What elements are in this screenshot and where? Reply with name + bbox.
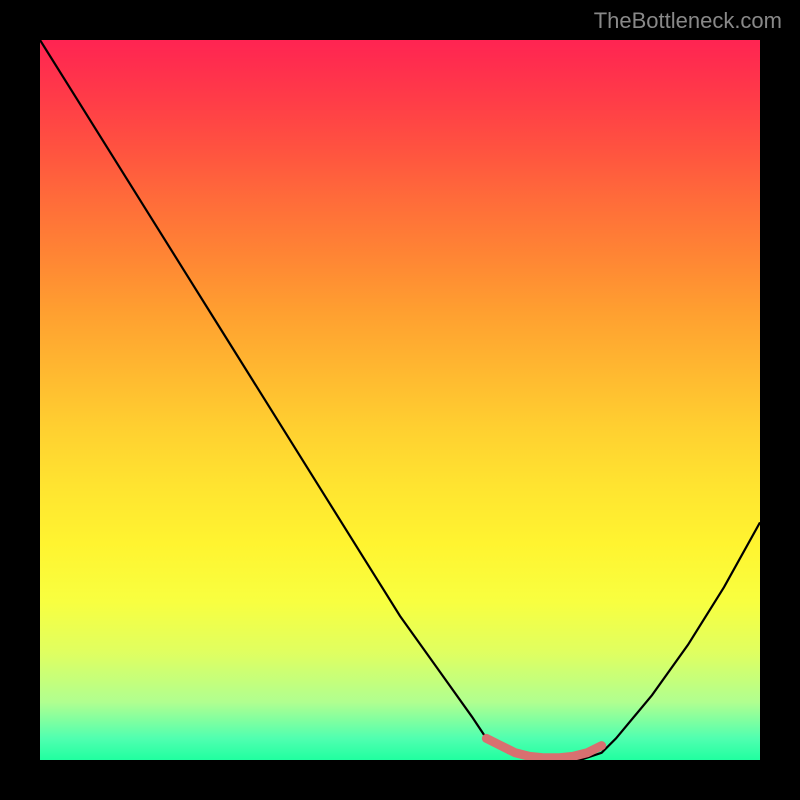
- curve-svg: [40, 40, 760, 760]
- bottleneck-curve-path: [40, 40, 760, 760]
- chart-plot-area: [40, 40, 760, 760]
- optimal-range-path: [486, 738, 601, 757]
- watermark-text: TheBottleneck.com: [594, 8, 782, 34]
